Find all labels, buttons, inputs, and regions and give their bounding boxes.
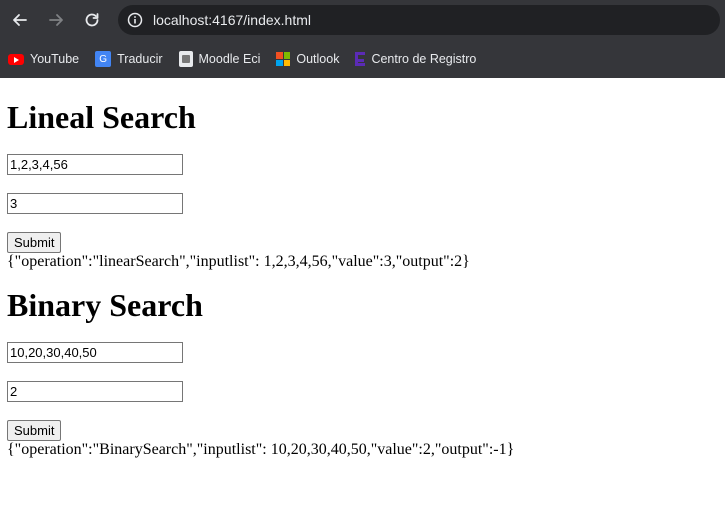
bookmarks-bar: YouTube G Traducir Moodle Eci Outlook Ce…	[0, 40, 725, 78]
bookmark-moodle[interactable]: Moodle Eci	[178, 51, 261, 67]
bookmark-outlook[interactable]: Outlook	[276, 52, 339, 66]
binary-search-title: Binary Search	[7, 287, 203, 323]
linear-result-text: {"operation":"linearSearch","inputlist":…	[7, 253, 470, 270]
binary-search-section: Binary Search Submit {"operation":"Binar…	[7, 287, 718, 459]
forward-button[interactable]	[44, 8, 68, 32]
linear-list-input[interactable]	[7, 154, 183, 175]
linear-value-input[interactable]	[7, 193, 183, 214]
translate-icon: G	[95, 51, 112, 67]
linear-search-title: Lineal Search	[7, 99, 196, 135]
reload-button[interactable]	[80, 8, 104, 32]
binary-result-text: {"operation":"BinarySearch","inputlist":…	[7, 441, 515, 458]
arrow-right-icon	[49, 14, 63, 26]
url-text[interactable]: localhost:4167/index.html	[153, 12, 311, 28]
bookmark-label: Centro de Registro	[371, 52, 477, 66]
arrow-left-icon	[13, 14, 27, 26]
bookmark-label: Outlook	[296, 52, 340, 66]
linear-search-section: Lineal Search Submit {"operation":"linea…	[7, 99, 718, 271]
binary-value-input[interactable]	[7, 381, 183, 402]
bookmark-label: Traducir	[117, 52, 163, 66]
binary-submit-button[interactable]: Submit	[7, 420, 62, 441]
browser-toolbar: localhost:4167/index.html	[0, 0, 725, 40]
binary-list-input[interactable]	[7, 342, 183, 363]
reload-icon	[85, 13, 99, 27]
info-icon[interactable]	[127, 12, 143, 28]
bookmark-label: Moodle Eci	[198, 52, 261, 66]
bookmark-traducir[interactable]: G Traducir	[95, 51, 163, 67]
bookmark-centro-registro[interactable]: Centro de Registro	[355, 52, 476, 66]
registro-icon	[355, 52, 366, 66]
linear-submit-button[interactable]: Submit	[7, 232, 62, 253]
back-button[interactable]	[8, 8, 32, 32]
bookmark-youtube[interactable]: YouTube	[8, 52, 79, 66]
bookmark-label: YouTube	[30, 52, 80, 66]
page-content: Lineal Search Submit {"operation":"linea…	[0, 99, 725, 459]
youtube-icon	[8, 53, 24, 65]
address-bar[interactable]: localhost:4167/index.html	[118, 5, 720, 35]
microsoft-icon	[276, 52, 291, 66]
browser-chrome: localhost:4167/index.html YouTube G Trad…	[0, 0, 725, 78]
moodle-icon	[178, 51, 193, 67]
